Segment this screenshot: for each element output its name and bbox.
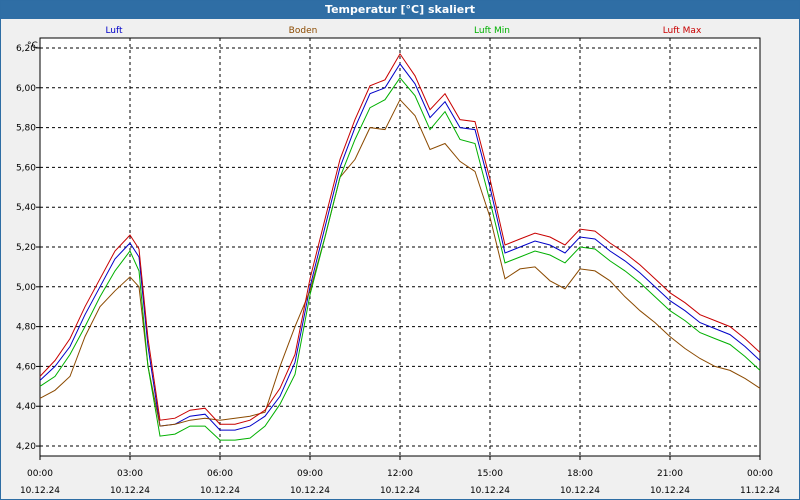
y-tick-label: 5,80 <box>16 124 36 134</box>
x-tick-time: 06:00 <box>207 469 233 479</box>
x-tick-date: 10.12.24 <box>290 486 330 496</box>
legend-entry: Luft Min <box>474 26 510 36</box>
x-tick-date: 11.12.24 <box>740 486 780 496</box>
y-tick-label: 6,00 <box>16 84 36 94</box>
x-tick-time: 09:00 <box>297 469 323 479</box>
y-tick-label: 5,40 <box>16 203 36 213</box>
x-axis-ticks: 00:00 10.12.24 03:00 10.12.24 06:00 10.12.24 0… <box>20 456 780 496</box>
x-tick-date: 10.12.24 <box>470 486 510 496</box>
x-tick-date: 10.12.24 <box>380 486 420 496</box>
y-tick-label: 4,20 <box>16 442 36 452</box>
x-tick-date: 10.12.24 <box>200 486 240 496</box>
legend-entry: Luft Max <box>663 26 702 36</box>
x-tick-date: 10.12.24 <box>560 486 600 496</box>
legend-entry: Boden <box>289 26 318 36</box>
y-tick-label: 5,00 <box>16 283 36 293</box>
legend: Luft Boden Luft Min Luft Max <box>105 26 702 36</box>
x-tick-time: 18:00 <box>567 469 593 479</box>
x-tick-time: 15:00 <box>477 469 503 479</box>
x-tick-date: 10.12.24 <box>20 486 60 496</box>
x-tick-date: 10.12.24 <box>110 486 150 496</box>
x-tick-time: 00:00 <box>27 469 53 479</box>
temperature-chart: 4,20 4,40 4,60 4,80 5,00 5,20 5,40 5,60 5,80 6,00… <box>16 26 780 496</box>
x-tick-time: 12:00 <box>387 469 413 479</box>
x-tick-time: 00:00 <box>747 469 773 479</box>
y-axis-label: °C <box>27 41 38 51</box>
x-tick-time: 21:00 <box>657 469 683 479</box>
y-axis-ticks: 4,20 4,40 4,60 4,80 5,00 5,20 5,40 5,60 5,80 6,00… <box>16 44 40 452</box>
x-tick-date: 10.12.24 <box>650 486 690 496</box>
y-tick-label: 5,20 <box>16 243 36 253</box>
y-tick-label: 4,40 <box>16 402 36 412</box>
y-tick-label: 4,80 <box>16 323 36 333</box>
y-tick-label: 5,60 <box>16 163 36 173</box>
legend-entry: Luft <box>105 26 123 36</box>
x-tick-time: 03:00 <box>117 469 143 479</box>
y-tick-label: 4,60 <box>16 362 36 372</box>
